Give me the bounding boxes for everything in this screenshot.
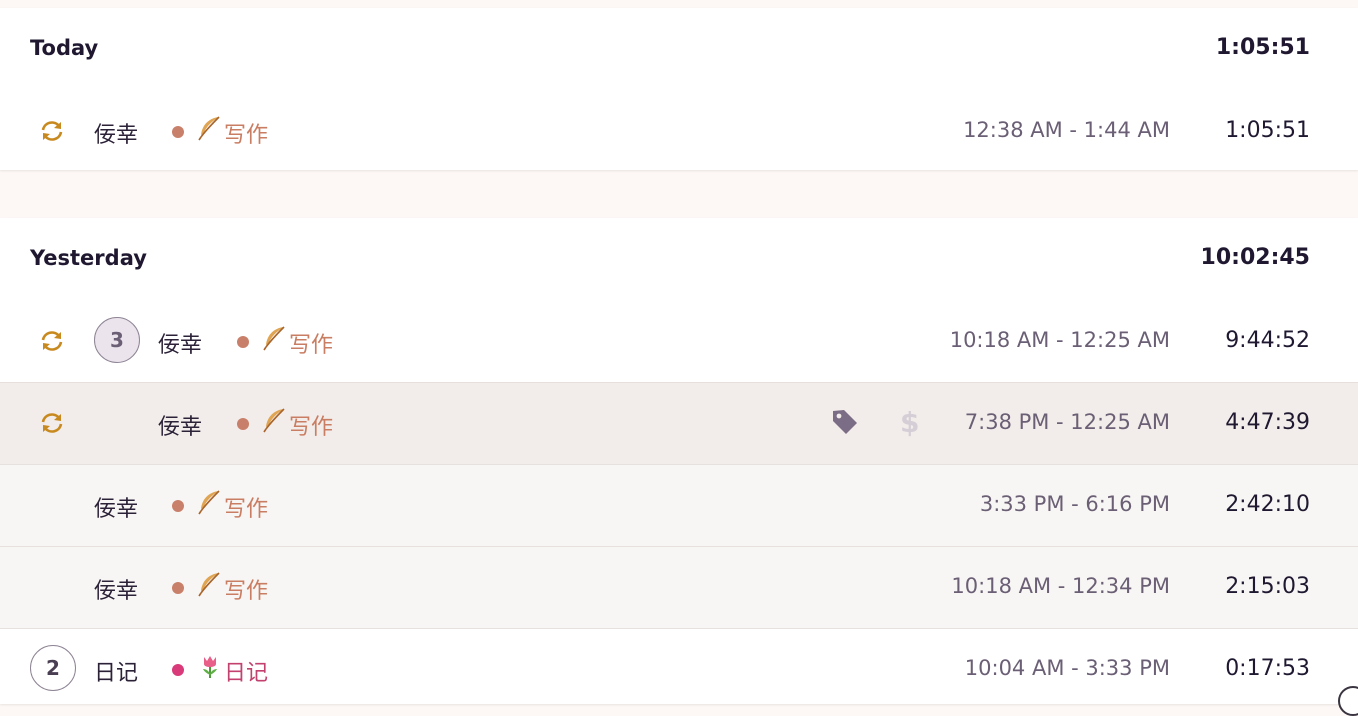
entry-duration[interactable]: 4:47:39 bbox=[1225, 410, 1310, 435]
entry-duration[interactable]: 2:15:03 bbox=[1225, 574, 1310, 599]
top-strip bbox=[0, 0, 1358, 8]
group-count-badge[interactable]: 3 bbox=[94, 317, 140, 363]
feather-icon bbox=[263, 408, 285, 433]
time-entry-row[interactable]: 佞幸 写作 10:18 AM - 12:34 PM 2:15:03 bbox=[0, 546, 1358, 628]
feather-icon bbox=[263, 326, 285, 351]
entry-duration[interactable]: 9:44:52 bbox=[1225, 328, 1310, 353]
project-label[interactable]: 写作 bbox=[289, 409, 333, 441]
entry-description[interactable]: 佞幸 bbox=[94, 573, 138, 605]
day-group-title: Yesterday bbox=[30, 246, 147, 270]
entry-duration[interactable]: 0:17:53 bbox=[1225, 656, 1310, 681]
time-entry-group-row[interactable]: 2 日记 日记 10:04 AM - 3:33 PM 0:17:53 bbox=[0, 628, 1358, 710]
project-label[interactable]: 写作 bbox=[289, 327, 333, 359]
feather-icon bbox=[198, 572, 220, 597]
entry-time-range[interactable]: 12:38 AM - 1:44 AM bbox=[963, 118, 1170, 142]
project-dot bbox=[172, 126, 184, 138]
project-dot bbox=[172, 500, 184, 512]
project-label[interactable]: 写作 bbox=[224, 117, 268, 149]
entry-time-range[interactable]: 10:18 AM - 12:34 PM bbox=[951, 574, 1170, 598]
dollar-icon[interactable]: $ bbox=[900, 406, 919, 439]
entry-description[interactable]: 佞幸 bbox=[158, 327, 202, 359]
entry-description[interactable]: 佞幸 bbox=[94, 491, 138, 523]
entry-duration[interactable]: 2:42:10 bbox=[1225, 492, 1310, 517]
project-dot bbox=[237, 418, 249, 430]
project-dot bbox=[172, 582, 184, 594]
continue-entry-icon[interactable] bbox=[38, 329, 66, 353]
feather-icon bbox=[198, 116, 220, 141]
entry-time-range[interactable]: 7:38 PM - 12:25 AM bbox=[965, 410, 1170, 434]
day-group-total: 10:02:45 bbox=[1200, 245, 1310, 270]
entry-description[interactable]: 佞幸 bbox=[94, 117, 138, 149]
entry-description[interactable]: 佞幸 bbox=[158, 409, 202, 441]
entry-time-range[interactable]: 3:33 PM - 6:16 PM bbox=[980, 492, 1170, 516]
day-group-header: Yesterday 10:02:45 bbox=[0, 218, 1358, 300]
time-entry-row[interactable]: 佞幸 写作 $ 7:38 PM - 12:25 AM 4:47:39 bbox=[0, 382, 1358, 464]
time-entry-row[interactable]: 佞幸 写作 3:33 PM - 6:16 PM 2:42:10 bbox=[0, 464, 1358, 546]
project-dot bbox=[237, 336, 249, 348]
continue-entry-icon[interactable] bbox=[38, 411, 66, 435]
day-group-yesterday: Yesterday 10:02:45 3 佞幸 写作 10:18 AM - 12… bbox=[0, 218, 1358, 704]
tulip-icon bbox=[203, 656, 217, 678]
day-group-header: Today 1:05:51 bbox=[0, 8, 1358, 90]
floating-widget-edge[interactable] bbox=[1338, 686, 1358, 716]
feather-icon bbox=[198, 490, 220, 515]
time-entry-group-row[interactable]: 3 佞幸 写作 10:18 AM - 12:25 AM 9:44:52 bbox=[0, 300, 1358, 382]
project-dot bbox=[172, 664, 184, 676]
group-count-badge[interactable]: 2 bbox=[30, 645, 76, 691]
day-group-title: Today bbox=[30, 36, 99, 60]
continue-entry-icon[interactable] bbox=[38, 119, 66, 143]
day-group-total: 1:05:51 bbox=[1215, 35, 1310, 60]
project-label[interactable]: 日记 bbox=[224, 655, 268, 687]
tag-icon[interactable] bbox=[831, 408, 859, 436]
time-entry-row[interactable]: 佞幸 写作 12:38 AM - 1:44 AM 1:05:51 bbox=[0, 90, 1358, 172]
entry-time-range[interactable]: 10:18 AM - 12:25 AM bbox=[950, 328, 1170, 352]
entry-duration[interactable]: 1:05:51 bbox=[1225, 118, 1310, 143]
project-label[interactable]: 写作 bbox=[224, 573, 268, 605]
day-group-today: Today 1:05:51 佞幸 写作 12:38 AM - 1:44 AM 1… bbox=[0, 8, 1358, 170]
entry-time-range[interactable]: 10:04 AM - 3:33 PM bbox=[965, 656, 1170, 680]
entry-description[interactable]: 日记 bbox=[94, 655, 138, 687]
project-label[interactable]: 写作 bbox=[224, 491, 268, 523]
